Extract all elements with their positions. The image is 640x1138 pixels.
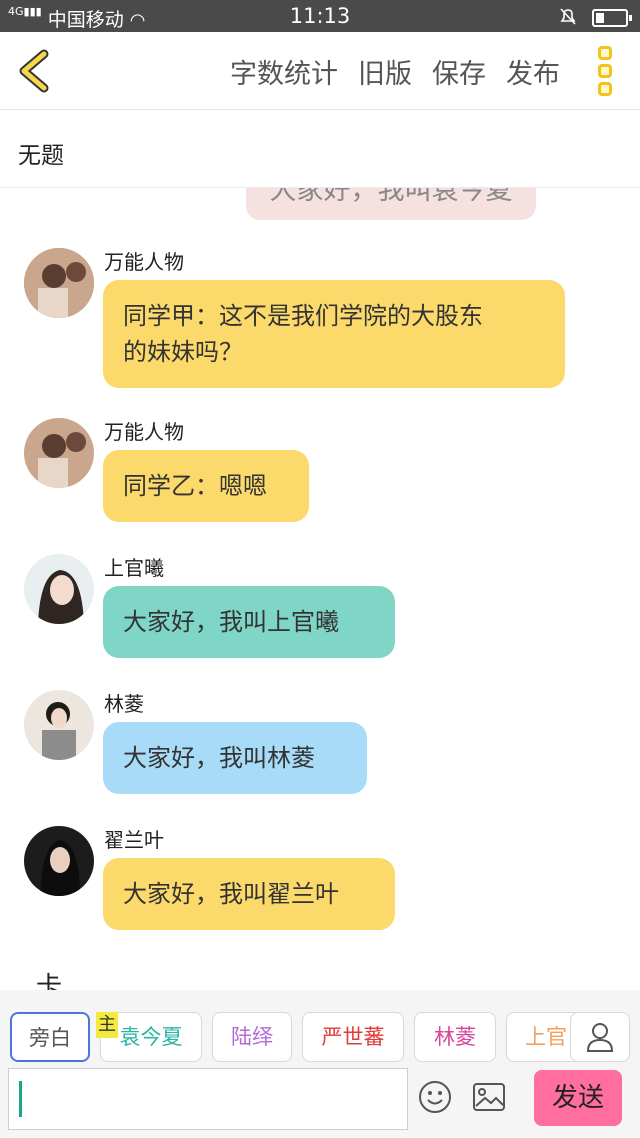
battery-icon bbox=[592, 9, 632, 27]
message-bubble[interactable]: 大家好，我叫翟兰叶 bbox=[103, 858, 395, 930]
word-count-button[interactable]: 字数统计 bbox=[230, 52, 338, 91]
role-chip-label: 上官 bbox=[525, 1025, 567, 1049]
more-menu-button[interactable] bbox=[594, 46, 616, 96]
message-bubble[interactable]: 同学乙：嗯嗯 bbox=[103, 450, 309, 522]
avatar[interactable] bbox=[24, 418, 94, 488]
role-chip-shangguan[interactable]: 上官 bbox=[506, 1012, 576, 1062]
role-chip-lu-yi[interactable]: 陆绎 bbox=[212, 1012, 292, 1062]
role-selector-bar: 旁白 袁今夏 主 陆绎 严世蕃 林菱 上官 bbox=[0, 990, 640, 1066]
partial-message-bubble: 大家好，我叫袁今夏 bbox=[246, 188, 536, 220]
avatar[interactable] bbox=[24, 826, 94, 896]
avatar[interactable] bbox=[24, 554, 94, 624]
smiley-icon bbox=[419, 1081, 451, 1113]
message-text-line: 的妹妹吗？ bbox=[123, 338, 243, 366]
message-text-line: 同学乙：嗯嗯 bbox=[123, 472, 267, 500]
input-bar: 发送 bbox=[0, 1066, 640, 1138]
role-chip-lin-ling[interactable]: 林菱 bbox=[414, 1012, 496, 1062]
role-chip-narrator[interactable]: 旁白 bbox=[10, 1012, 90, 1062]
more-dot-icon bbox=[598, 64, 612, 78]
partial-text: 卡 bbox=[36, 972, 63, 990]
message-text-line: 大家好，我叫翟兰叶 bbox=[123, 880, 339, 908]
role-chip-label: 陆绎 bbox=[231, 1025, 273, 1049]
role-chip-label: 严世蕃 bbox=[321, 1025, 385, 1049]
sender-name: 万能人物 bbox=[104, 420, 184, 444]
sender-name: 上官曦 bbox=[104, 556, 164, 580]
sender-name: 林菱 bbox=[104, 692, 144, 716]
back-button[interactable] bbox=[12, 46, 62, 96]
role-chip-label: 旁白 bbox=[29, 1026, 71, 1050]
send-button[interactable]: 发送 bbox=[534, 1070, 622, 1126]
message-bubble[interactable]: 大家好，我叫林菱 bbox=[103, 722, 367, 794]
message-text-line: 大家好，我叫上官曦 bbox=[123, 608, 339, 636]
status-bar: 4G▮▮▮ 中国移动 ◠ 11:13 bbox=[0, 0, 640, 32]
sender-name: 万能人物 bbox=[104, 250, 184, 274]
mute-bell-icon bbox=[558, 6, 578, 30]
publish-button[interactable]: 发布 bbox=[506, 52, 560, 91]
more-dot-icon bbox=[598, 82, 612, 96]
person-icon bbox=[586, 1023, 614, 1052]
story-title: 无题 bbox=[18, 143, 64, 169]
image-icon bbox=[473, 1083, 505, 1111]
old-version-button[interactable]: 旧版 bbox=[358, 52, 412, 91]
text-caret bbox=[19, 1081, 22, 1117]
chevron-left-icon bbox=[19, 49, 49, 93]
message-text-line: 大家好，我叫林菱 bbox=[123, 744, 315, 772]
add-role-button[interactable] bbox=[570, 1012, 630, 1062]
avatar[interactable] bbox=[24, 248, 94, 318]
message-input[interactable] bbox=[8, 1068, 408, 1130]
editor-toolbar: 字数统计 旧版 保存 发布 bbox=[0, 32, 640, 110]
more-dot-icon bbox=[598, 46, 612, 60]
status-time: 11:13 bbox=[289, 4, 351, 28]
role-chip-label: 袁今夏 bbox=[119, 1025, 183, 1049]
save-button[interactable]: 保存 bbox=[432, 52, 486, 91]
role-chip-label: 林菱 bbox=[434, 1025, 476, 1049]
message-text-line: 同学甲：这不是我们学院的大股东 bbox=[123, 302, 483, 330]
message-bubble[interactable]: 同学甲：这不是我们学院的大股东 的妹妹吗？ bbox=[103, 280, 565, 388]
sender-name: 翟兰叶 bbox=[104, 828, 164, 852]
image-button[interactable] bbox=[472, 1082, 506, 1112]
story-title-bar[interactable]: 无题 bbox=[0, 110, 640, 188]
role-chip-yan-shifan[interactable]: 严世蕃 bbox=[302, 1012, 404, 1062]
main-role-badge: 主 bbox=[96, 1012, 118, 1038]
emoji-button[interactable] bbox=[418, 1080, 452, 1114]
chat-list[interactable]: 大家好，我叫袁今夏 万能人物 同学甲：这不是我们学院的大股东 的妹妹吗？ 万能人… bbox=[0, 188, 640, 990]
message-bubble[interactable]: 大家好，我叫上官曦 bbox=[103, 586, 395, 658]
avatar[interactable] bbox=[24, 690, 94, 760]
